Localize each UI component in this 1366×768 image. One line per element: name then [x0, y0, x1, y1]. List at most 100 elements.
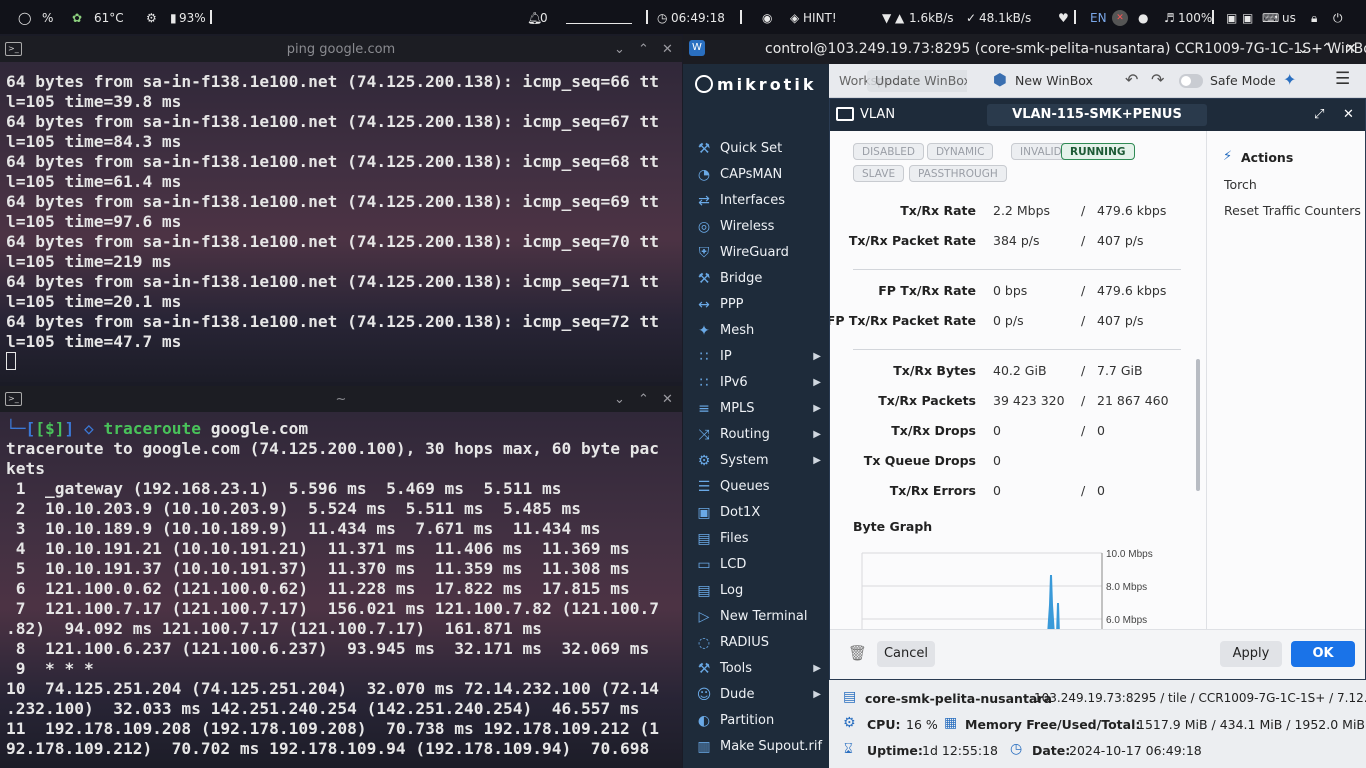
vlan-window-header[interactable]: VLAN VLAN-115-SMK+PENUS ⤢ ✕	[830, 99, 1365, 131]
sidebar-item-files[interactable]: ▤ Files	[683, 526, 829, 552]
sidebar-item-ip[interactable]: ∷ IP ▶	[683, 344, 829, 370]
wifi-icon[interactable]: ▼	[882, 0, 891, 34]
hint-label[interactable]: HINT!	[803, 0, 837, 34]
scrollbar[interactable]	[1196, 359, 1200, 491]
torch-action[interactable]: Torch	[1224, 177, 1257, 192]
sidebar-item-log[interactable]: ▤ Log	[683, 578, 829, 604]
sidebar-item-partition[interactable]: ◐ Partition	[683, 708, 829, 734]
stat-rx-value: 0	[1097, 423, 1105, 438]
chevron-right-icon: ▶	[813, 403, 821, 414]
gear-icon[interactable]: ⚙	[146, 0, 157, 34]
download-icon: ▲	[895, 11, 905, 25]
workspace-tab[interactable]: Workspace Update WinBox	[837, 70, 967, 92]
queues-icon: ☰	[697, 479, 711, 495]
close-icon[interactable]: ✕	[662, 386, 673, 414]
badge-running: RUNNING	[1061, 143, 1135, 160]
sidebar-item-system[interactable]: ⚙ System ▶	[683, 448, 829, 474]
byte-graph: 10.0 Mbps 8.0 Mbps 6.0 Mbps	[861, 549, 1153, 629]
sidebar-item-label: PPP	[720, 297, 744, 312]
sidebar-item-wireguard[interactable]: ⛨ WireGuard	[683, 240, 829, 266]
terminal-output[interactable]: traceroute to google.com (74.125.200.100…	[6, 439, 659, 759]
sidebar-item-dot1x[interactable]: ▣ Dot1X	[683, 500, 829, 526]
sidebar-item-ipv6[interactable]: ∷ IPv6 ▶	[683, 370, 829, 396]
battery-icon: ▮	[170, 11, 177, 25]
chevron-down-icon[interactable]: ⌄	[614, 36, 625, 64]
sidebar-item-label: Interfaces	[720, 193, 785, 208]
sidebar-item-dude[interactable]: ☺ Dude ▶	[683, 682, 829, 708]
sidebar-item-mesh[interactable]: ✦ Mesh	[683, 318, 829, 344]
maximize-icon[interactable]: ⌃	[638, 386, 649, 414]
sidebar-item-wireless[interactable]: ◎ Wireless	[683, 214, 829, 240]
microphone-icon[interactable]: ●	[1138, 0, 1148, 34]
keyboard-layout[interactable]: us	[1282, 0, 1296, 34]
lock-icon[interactable]: 🔒︎	[1311, 0, 1317, 34]
sidebar-item-label: LCD	[720, 557, 747, 572]
close-icon[interactable]: ✕	[1343, 99, 1354, 131]
tools-icon[interactable]: ✦	[1283, 70, 1296, 89]
terminal-line: 1 _gateway (192.168.23.1) 5.596 ms 5.469…	[6, 479, 562, 498]
ok-button[interactable]: OK	[1291, 641, 1355, 667]
sidebar-item-interfaces[interactable]: ⇄ Interfaces	[683, 188, 829, 214]
sidebar-item-tools[interactable]: ⚒ Tools ▶	[683, 656, 829, 682]
cancel-button[interactable]: Cancel	[877, 641, 935, 667]
close-icon[interactable]: ✕	[662, 36, 673, 64]
stat-label: Tx/Rx Bytes	[893, 363, 976, 378]
update-winbox-label[interactable]: Update WinBox	[867, 70, 967, 92]
sidebar-item-new-terminal[interactable]: ▷ New Terminal	[683, 604, 829, 630]
sidebar-item-routing[interactable]: ⤨ Routing ▶	[683, 422, 829, 448]
bluetooth-icon[interactable]: ✕	[1112, 10, 1128, 26]
new-winbox-button[interactable]: New WinBox	[1015, 73, 1093, 88]
terminal-line: 10 74.125.251.204 (74.125.251.204) 32.07…	[6, 679, 659, 698]
expand-icon[interactable]: ⤢	[1314, 99, 1324, 131]
stat-tx-value: 2.2 Mbps	[993, 203, 1051, 218]
volume-level: 100%	[1178, 11, 1213, 25]
speaker-icon[interactable]: ♬	[1164, 0, 1175, 34]
sidebar-item-capsman[interactable]: ◔ CAPsMAN	[683, 162, 829, 188]
sidebar-item-ppp[interactable]: ↔ PPP	[683, 292, 829, 318]
wifi-icon: ◔	[697, 167, 711, 183]
sidebar-item-label: Make Supout.rif	[720, 739, 823, 754]
heart-icon: ♥	[1058, 11, 1069, 25]
sidebar-item-mpls[interactable]: ≡ MPLS ▶	[683, 396, 829, 422]
terminal-titlebar[interactable]: >_ ~ ⌄ ⌃ ✕	[0, 386, 682, 412]
vlan-window[interactable]: VLAN VLAN-115-SMK+PENUS ⤢ ✕ DISABLED DYN…	[829, 98, 1366, 680]
terminal-window-ping[interactable]: >_ ping google.com ⌄ ⌃ ✕ 64 bytes from s…	[0, 36, 682, 382]
chevron-down-icon[interactable]: ⌄	[1297, 34, 1309, 64]
stat-rx-value: 479.6 kbps	[1097, 203, 1167, 218]
winbox-titlebar[interactable]: W control@103.249.19.73:8295 (core-smk-p…	[683, 34, 1366, 64]
apply-button[interactable]: Apply	[1220, 641, 1282, 667]
trash-icon[interactable]: 🗑︎	[848, 644, 867, 662]
menu-icon[interactable]: ☰	[1335, 69, 1350, 89]
redo-icon[interactable]: ↷	[1151, 70, 1164, 89]
router-identity: core-smk-pelita-nusantara	[865, 691, 1052, 706]
safe-mode-toggle[interactable]	[1179, 74, 1203, 88]
actions-panel: ⚡︎ Actions Torch Reset Traffic Counters	[1206, 131, 1365, 629]
sidebar-item-queues[interactable]: ☰ Queues	[683, 474, 829, 500]
vlan-name-field[interactable]: VLAN-115-SMK+PENUS	[987, 104, 1207, 126]
winbox-window[interactable]: W control@103.249.19.73:8295 (core-smk-p…	[683, 34, 1366, 768]
terminal-line: 64 bytes from sa-in-f138.1e100.net (74.1…	[6, 312, 659, 331]
terminal-window-home[interactable]: >_ ~ ⌄ ⌃ ✕ └─[[$]] ◇ traceroute google.c…	[0, 386, 682, 768]
folder-icon: ▤	[697, 531, 711, 547]
language[interactable]: EN	[1090, 0, 1107, 34]
chevron-down-icon[interactable]: ⌄	[614, 386, 625, 414]
stat-rx-value: 21 867 460	[1097, 393, 1169, 408]
clock[interactable]: 06:49:18	[671, 0, 725, 34]
sidebar-item-bridge[interactable]: ⚒ Bridge	[683, 266, 829, 292]
terminal-titlebar[interactable]: >_ ping google.com ⌄ ⌃ ✕	[0, 36, 682, 62]
power-icon[interactable]: ⏻	[1333, 0, 1343, 34]
stat-tx-value: 40.2 GiB	[993, 363, 1047, 378]
sidebar-item-quick-set[interactable]: ⚒ Quick Set	[683, 136, 829, 162]
reset-counters-action[interactable]: Reset Traffic Counters	[1224, 203, 1361, 218]
close-icon[interactable]: ✕	[1345, 34, 1357, 64]
sidebar-item-lcd[interactable]: ▭ LCD	[683, 552, 829, 578]
sidebar-item-radius[interactable]: ◌ RADIUS	[683, 630, 829, 656]
terminal-output[interactable]: 64 bytes from sa-in-f138.1e100.net (74.1…	[6, 72, 659, 372]
terminal-title: ping google.com	[286, 42, 396, 57]
toggle-icon[interactable]: ◉	[762, 0, 772, 34]
maximize-icon[interactable]: ⌃	[1321, 34, 1333, 64]
sidebar-item-make-supout-rif[interactable]: ▥ Make Supout.rif	[683, 734, 829, 760]
terminal-line: 2 10.10.203.9 (10.10.203.9) 5.524 ms 5.5…	[6, 499, 581, 518]
maximize-icon[interactable]: ⌃	[638, 36, 649, 64]
undo-icon[interactable]: ↶	[1125, 70, 1138, 89]
